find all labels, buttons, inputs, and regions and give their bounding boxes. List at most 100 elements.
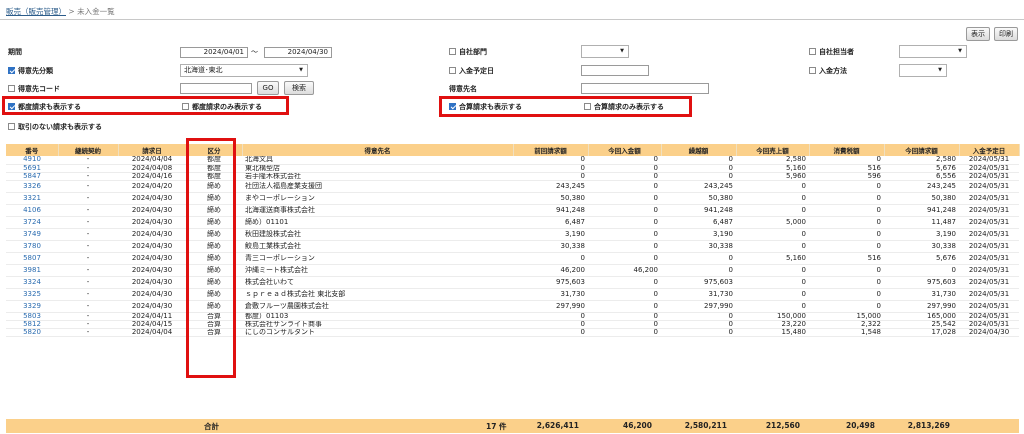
show-each-billing-filter[interactable]: 都度請求も表示する — [8, 102, 81, 112]
combined-billing-only-checkbox[interactable] — [584, 103, 591, 110]
table-row: 3326-2024/04/20 締め 社団法人福島産業支援団 243,245 0 243,… — [6, 180, 1019, 193]
deposit-method-filter[interactable]: 入金方法 — [809, 66, 847, 76]
sales-cell: 0 — [736, 276, 809, 289]
billing-cell: 17,028 — [884, 328, 959, 337]
go-button[interactable]: GO — [257, 81, 279, 95]
sales-cell: 2,580 — [736, 156, 809, 165]
show-button[interactable]: 表示 — [966, 27, 990, 41]
own-dept-checkbox[interactable] — [449, 48, 456, 55]
customer-code-input[interactable] — [180, 83, 252, 94]
invoice-number-link[interactable]: 5691 — [6, 164, 58, 173]
invoice-number-link[interactable]: 3326 — [6, 180, 58, 193]
prev-billing-cell: 975,603 — [513, 276, 588, 289]
customer-class-checkbox[interactable] — [8, 67, 15, 74]
own-staff-select[interactable]: ▼ — [899, 45, 967, 58]
customer-code-checkbox[interactable] — [8, 85, 15, 92]
invoice-number-link[interactable]: 5812 — [6, 320, 58, 329]
sales-cell: 150,000 — [736, 312, 809, 321]
invoice-number-link[interactable]: 5807 — [6, 252, 58, 265]
invoice-number-link[interactable]: 5820 — [6, 328, 58, 337]
deposit-date-cell: 2024/05/31 — [959, 216, 1019, 229]
show-combined-billing-checkbox[interactable] — [449, 103, 456, 110]
invoice-number-link[interactable]: 3780 — [6, 240, 58, 253]
customer-code-filter[interactable]: 得意先コード — [8, 84, 60, 94]
invoice-number-link[interactable]: 3321 — [6, 192, 58, 205]
billing-date-cell: 2024/04/16 — [118, 172, 186, 181]
billing-cell: 243,245 — [884, 180, 959, 193]
deposit-method-select[interactable]: ▼ — [899, 64, 947, 77]
no-transaction-filter[interactable]: 取引のない請求も表示する — [8, 122, 102, 132]
invoice-number-link[interactable]: 3324 — [6, 276, 58, 289]
period-tilde: 〜 — [251, 48, 258, 56]
sales-cell: 5,160 — [736, 164, 809, 173]
carryover-cell: 0 — [661, 264, 736, 277]
period-from-input[interactable]: 2024/04/01 — [180, 47, 248, 58]
deposit-cell: 0 — [588, 164, 661, 173]
sales-cell: 0 — [736, 192, 809, 205]
customer-name-input[interactable] — [581, 83, 709, 94]
chevron-down-icon: ▼ — [938, 67, 942, 73]
customer-name-cell: 社団法人福島産業支援団 — [242, 180, 513, 193]
customer-name-cell: 東北構型店 — [242, 164, 513, 173]
tax-cell: 0 — [809, 300, 884, 313]
contract-cell: - — [58, 276, 118, 289]
carryover-cell: 31,730 — [661, 288, 736, 301]
table-row: 5820-2024/04/04 合算 にしのコンサルタント 0 0 0 15,480 1,54… — [6, 328, 1019, 337]
tax-cell: 0 — [809, 204, 884, 217]
deposit-cell: 0 — [588, 216, 661, 229]
invoice-number-link[interactable]: 3724 — [6, 216, 58, 229]
invoice-number-link[interactable]: 3749 — [6, 228, 58, 241]
own-dept-filter[interactable]: 自社部門 — [449, 47, 487, 57]
show-each-billing-checkbox[interactable] — [8, 103, 15, 110]
carryover-cell: 50,380 — [661, 192, 736, 205]
no-transaction-checkbox[interactable] — [8, 123, 15, 130]
table-row: 3724-2024/04/30 締め 締め）01101 6,487 0 6,487 5,00… — [6, 216, 1019, 229]
breadcrumb-parent-link[interactable]: 販売（販売管理） — [6, 7, 66, 16]
invoice-number-link[interactable]: 4910 — [6, 156, 58, 165]
sales-cell: 15,480 — [736, 328, 809, 337]
deposit-date-filter[interactable]: 入金予定日 — [449, 66, 494, 76]
each-billing-only-checkbox[interactable] — [182, 103, 189, 110]
sales-cell: 0 — [736, 204, 809, 217]
search-button[interactable]: 検索 — [284, 81, 314, 95]
deposit-method-checkbox[interactable] — [809, 67, 816, 74]
deposit-date-checkbox[interactable] — [449, 67, 456, 74]
own-dept-label: 自社部門 — [459, 48, 487, 56]
breadcrumb: 販売（販売管理） > 未入金一覧 — [6, 6, 115, 17]
customer-name-cell: 鮫島工業株式会社 — [242, 240, 513, 253]
print-button[interactable]: 印刷 — [994, 27, 1018, 41]
contract-cell: - — [58, 172, 118, 181]
tax-cell: 15,000 — [809, 312, 884, 321]
billing-date-cell: 2024/04/08 — [118, 164, 186, 173]
invoice-number-link[interactable]: 3981 — [6, 264, 58, 277]
column-header: 得意先名 — [242, 144, 514, 156]
deposit-date-cell: 2024/05/31 — [959, 320, 1019, 329]
own-staff-filter[interactable]: 自社担当者 — [809, 47, 854, 57]
billing-date-cell: 2024/04/30 — [118, 300, 186, 313]
no-transaction-label: 取引のない請求も表示する — [18, 123, 102, 131]
deposit-cell: 0 — [588, 204, 661, 217]
deposit-date-input[interactable] — [581, 65, 649, 76]
billing-cell: 165,000 — [884, 312, 959, 321]
own-dept-select[interactable]: ▼ — [581, 45, 629, 58]
tax-cell: 0 — [809, 216, 884, 229]
table-row: 5803-2024/04/11 合算 都度）01103 0 0 0 150,000 15,00… — [6, 312, 1019, 321]
own-staff-checkbox[interactable] — [809, 48, 816, 55]
chevron-down-icon: ▼ — [299, 67, 303, 73]
invoice-number-link[interactable]: 4106 — [6, 204, 58, 217]
each-billing-only-filter[interactable]: 都度請求のみ表示する — [182, 102, 262, 112]
deposit-date-cell: 2024/05/31 — [959, 300, 1019, 313]
customer-class-filter[interactable]: 得意先分類 — [8, 66, 53, 76]
period-to-input[interactable]: 2024/04/30 — [264, 47, 332, 58]
invoice-number-link[interactable]: 5803 — [6, 312, 58, 321]
prev-billing-cell: 31,730 — [513, 288, 588, 301]
customer-class-select[interactable]: 北海道･東北 ▼ — [180, 64, 308, 77]
totals-count: 17 件 — [486, 422, 507, 431]
customer-name-cell: 岩手隆木株式会社 — [242, 172, 513, 181]
invoice-number-link[interactable]: 3325 — [6, 288, 58, 301]
invoice-number-link[interactable]: 5847 — [6, 172, 58, 181]
combined-billing-only-filter[interactable]: 合算請求のみ表示する — [584, 102, 664, 112]
customer-name-cell: 締め）01101 — [242, 216, 513, 229]
show-combined-billing-filter[interactable]: 合算請求も表示する — [449, 102, 522, 112]
invoice-number-link[interactable]: 3329 — [6, 300, 58, 313]
